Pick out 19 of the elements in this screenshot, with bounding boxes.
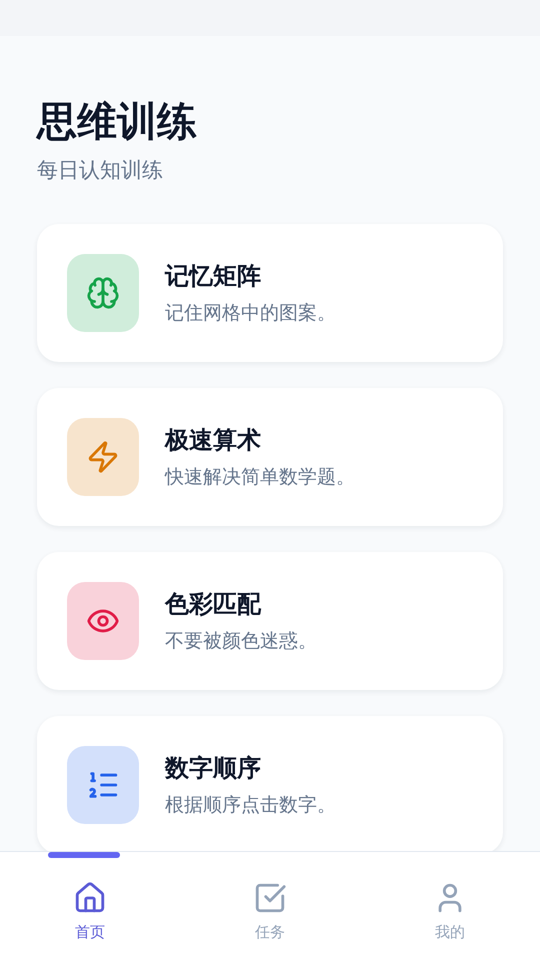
active-indicator — [48, 852, 120, 858]
home-icon — [73, 880, 107, 914]
brain-icon — [86, 276, 120, 310]
game-description: 快速解决简单数学题。 — [165, 465, 355, 490]
game-card[interactable]: 记忆矩阵 记住网格中的图案。 — [37, 224, 503, 362]
game-description: 记住网格中的图案。 — [165, 301, 336, 326]
lightning-icon — [86, 440, 120, 474]
game-card[interactable]: 数字顺序 根据顺序点击数字。 — [37, 716, 503, 851]
game-card[interactable]: 极速算术 快速解决简单数学题。 — [37, 388, 503, 526]
game-title: 极速算术 — [165, 425, 262, 456]
game-title: 记忆矩阵 — [165, 261, 262, 292]
nav-tab[interactable]: 首页 — [0, 852, 180, 960]
page-title: 思维训练 — [37, 98, 198, 147]
page-subtitle: 每日认知训练 — [37, 157, 164, 184]
game-description: 根据顺序点击数字。 — [165, 793, 336, 818]
game-card[interactable]: 色彩匹配 不要被颜色迷惑。 — [37, 552, 503, 690]
game-title: 数字顺序 — [165, 753, 262, 784]
game-title: 色彩匹配 — [165, 589, 262, 620]
game-description: 不要被颜色迷惑。 — [165, 629, 317, 654]
